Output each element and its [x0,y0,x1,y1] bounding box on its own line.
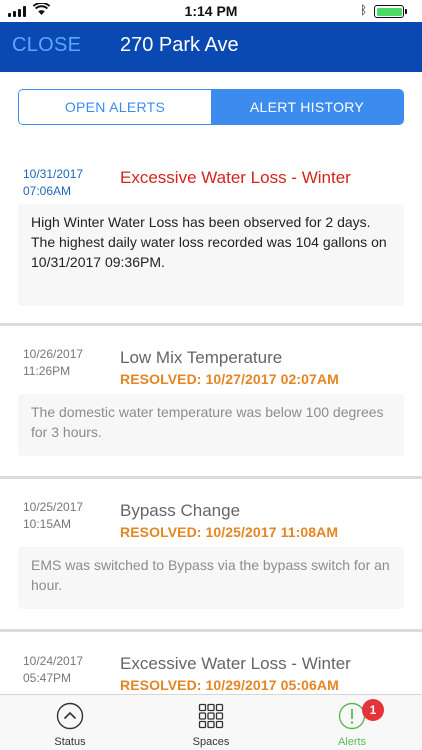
bluetooth-icon: ᛒ [360,3,368,17]
alert-message: High Winter Water Loss has been observed… [18,204,404,306]
alert-message-line: High Winter Water Loss has been observed… [31,214,371,230]
alert-datetime: 10/26/2017 11:26PM [23,346,113,380]
alert-time: 10:15AM [23,517,72,531]
alert-count-badge: 1 [362,699,384,721]
tab-alerts[interactable]: Alerts [282,695,422,750]
alert-date: 10/31/2017 [23,167,84,181]
alert-time: 11:26PM [23,364,71,378]
alert-message-line: The highest daily water loss recorded wa… [31,234,387,270]
alert-title: Excessive Water Loss - Winter [120,168,351,187]
alert-message-line: The domestic water temperature was below… [31,404,384,440]
divider [0,323,422,326]
page-title: 270 Park Ave [120,34,239,56]
battery-icon [374,5,404,18]
alert-message-line: EMS was switched to Bypass via the bypas… [31,557,390,593]
alert-datetime: 10/25/2017 10:15AM [23,499,113,533]
grid-icon [198,703,224,729]
alerts-segmented-control: OPEN ALERTS ALERT HISTORY [18,89,404,125]
tab-status[interactable]: Status [0,695,140,750]
close-button[interactable]: CLOSE [12,34,81,57]
divider [0,476,422,479]
status-time: 1:14 PM [184,3,238,19]
alert-message: The domestic water temperature was below… [18,394,404,456]
tab-spaces[interactable]: Spaces [141,695,281,750]
alert-resolved: RESOLVED: 10/27/2017 02:07AM [120,371,339,387]
nav-bar: CLOSE 270 Park Ave [0,22,422,72]
alert-list[interactable]: 10/31/2017 07:06AM Excessive Water Loss … [0,140,422,694]
tab-bar: Status Spaces Alerts 1 [0,694,422,750]
tab-label: Alerts [337,736,367,748]
alert-time: 05:47PM [23,671,72,685]
alert-datetime: 10/31/2017 07:06AM [23,166,113,200]
tab-open-alerts[interactable]: OPEN ALERTS [19,90,211,124]
alert-date: 10/24/2017 [23,654,84,668]
alert-resolved: RESOLVED: 10/29/2017 05:06AM [120,677,339,693]
status-bar: 1:14 PM ᛒ [0,0,422,22]
alert-date: 10/25/2017 [23,500,84,514]
divider [0,629,422,632]
status-up-icon [56,702,84,730]
alert-message: EMS was switched to Bypass via the bypas… [18,547,404,609]
tab-label: Status [54,736,86,748]
alert-date: 10/26/2017 [23,347,84,361]
alert-time: 07:06AM [23,184,72,198]
alert-resolved: RESOLVED: 10/25/2017 11:08AM [120,524,339,540]
tab-label: Spaces [192,736,230,748]
alert-title: Excessive Water Loss - Winter [120,654,351,673]
alert-title: Low Mix Temperature [120,348,283,367]
tab-alert-history[interactable]: ALERT HISTORY [211,90,403,124]
alert-datetime: 10/24/2017 05:47PM [23,653,113,687]
alert-title: Bypass Change [120,501,241,520]
